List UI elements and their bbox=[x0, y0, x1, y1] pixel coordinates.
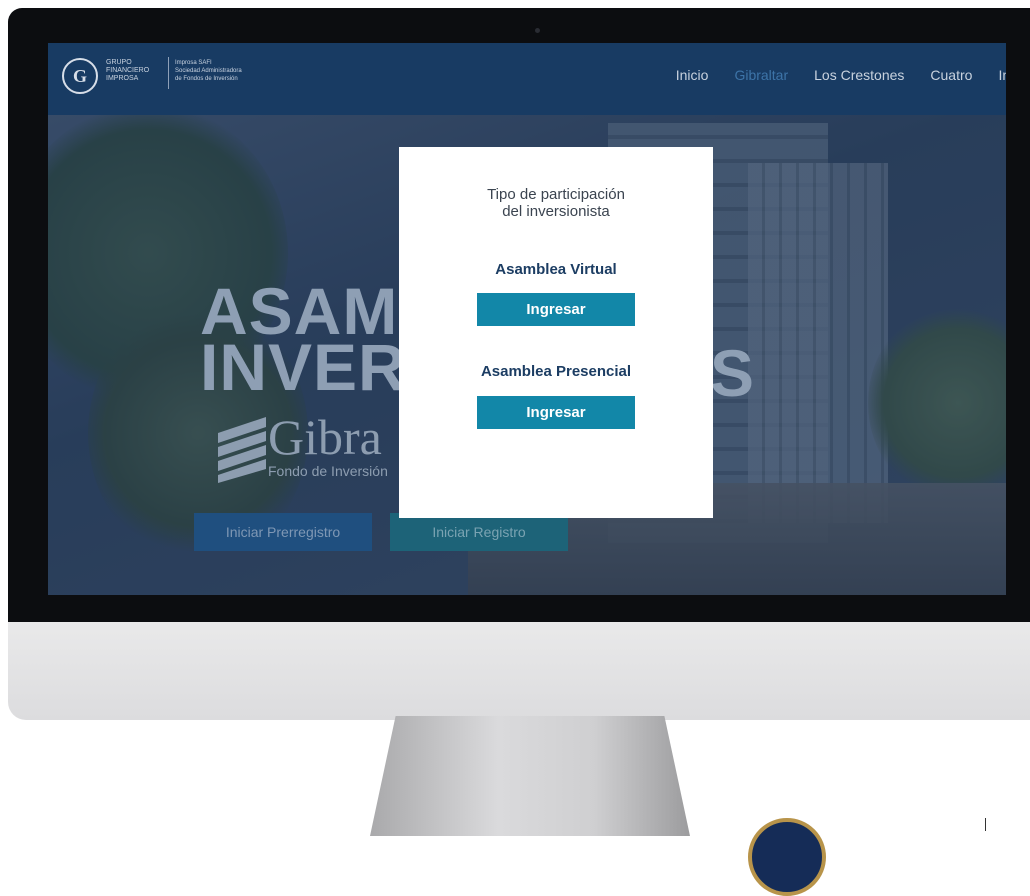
participation-modal: Tipo de participación del inversionista … bbox=[399, 147, 713, 518]
nav-item-truncated[interactable]: Im bbox=[998, 67, 1006, 83]
ingresar-virtual-button[interactable]: Ingresar bbox=[477, 293, 635, 326]
brand-line: GRUPO bbox=[106, 59, 132, 66]
nav-item-gibraltar[interactable]: Gibraltar bbox=[734, 67, 788, 83]
register-button[interactable]: Iniciar Registro bbox=[390, 513, 568, 551]
monitor-chin bbox=[8, 622, 1030, 720]
brand-line: FINANCIERO bbox=[106, 67, 150, 74]
camera-dot bbox=[535, 28, 540, 33]
brand-logo-icon[interactable]: G bbox=[62, 58, 98, 94]
brand-line: de Fondos de Inversión bbox=[175, 76, 238, 82]
monitor-stand bbox=[370, 716, 690, 836]
divider-mark bbox=[985, 818, 986, 831]
modal-title: Tipo de participación del inversionista bbox=[399, 186, 713, 220]
fund-subtitle: Fondo de Inversión bbox=[268, 463, 388, 479]
hero-title-tail: S bbox=[710, 336, 755, 410]
prereg-button[interactable]: Iniciar Prerregistro bbox=[194, 513, 372, 551]
brand-divider bbox=[168, 57, 169, 89]
modal-title-line2: del inversionista bbox=[502, 203, 610, 220]
option-label-virtual: Asamblea Virtual bbox=[495, 261, 617, 278]
brand-group-name: GRUPO FINANCIERO IMPROSA bbox=[106, 59, 149, 83]
brand-line: IMPROSA bbox=[106, 75, 139, 82]
fund-name: Gibra bbox=[268, 409, 382, 465]
ingresar-presencial-button[interactable]: Ingresar bbox=[477, 396, 635, 429]
brand-company-name: Improsa SAFI Sociedad Administradora de … bbox=[175, 59, 242, 83]
brand-line: Improsa SAFI bbox=[175, 60, 212, 66]
brand-line: Sociedad Administradora bbox=[175, 68, 242, 74]
option-label-presencial: Asamblea Presencial bbox=[480, 363, 632, 380]
navbar: G GRUPO FINANCIERO IMPROSA Improsa SAFI … bbox=[48, 43, 1006, 115]
nav-item-los-crestones[interactable]: Los Crestones bbox=[814, 67, 904, 83]
fund-logo-icon bbox=[218, 417, 266, 483]
nav-links: Inicio Gibraltar Los Crestones Cuatro Im bbox=[676, 67, 1006, 83]
seal-badge-partial bbox=[748, 818, 826, 896]
nav-item-cuatro[interactable]: Cuatro bbox=[930, 67, 972, 83]
nav-item-inicio[interactable]: Inicio bbox=[676, 67, 709, 83]
modal-title-line1: Tipo de participación bbox=[487, 186, 625, 203]
